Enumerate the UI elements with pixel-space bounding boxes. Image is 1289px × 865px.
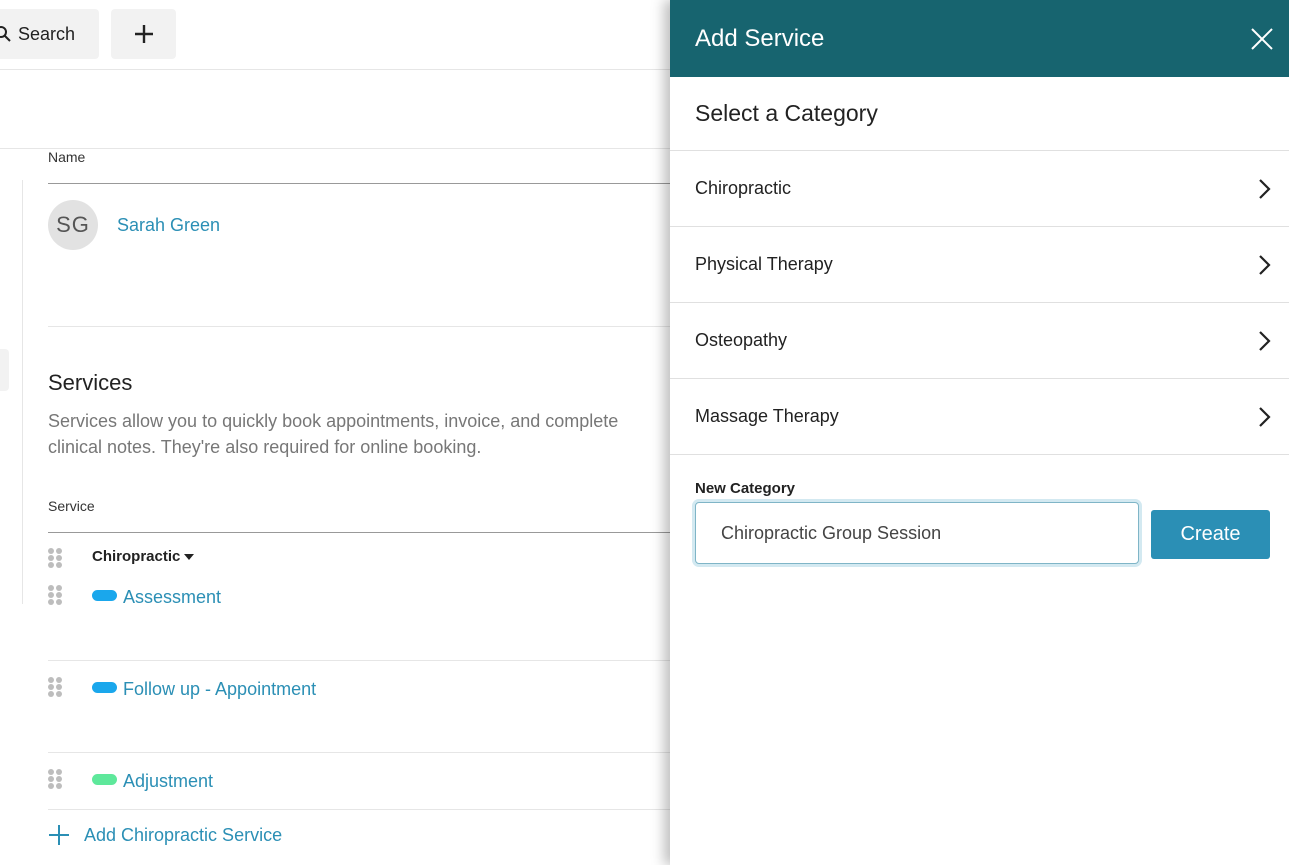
category-label: Chiropractic	[92, 548, 181, 565]
add-service-drawer: Add Service Select a Category Chiropract…	[670, 0, 1289, 865]
service-color-pill	[92, 774, 117, 785]
services-title: Services	[48, 370, 133, 395]
divider	[0, 148, 670, 149]
drag-handle-icon[interactable]	[48, 585, 62, 605]
drag-handle-icon[interactable]	[48, 677, 62, 697]
practitioner-name-link[interactable]: Sarah Green	[117, 215, 220, 236]
category-item-massage-therapy[interactable]: Massage Therapy	[670, 379, 1289, 455]
category-dropdown[interactable]: Chiropractic	[92, 548, 195, 565]
service-color-pill	[92, 682, 117, 693]
new-category-input[interactable]	[695, 502, 1139, 564]
chevron-right-icon	[1259, 254, 1271, 275]
divider	[48, 809, 670, 810]
side-tab[interactable]	[0, 349, 9, 391]
service-column-header: Service	[48, 498, 95, 514]
category-item-label: Chiropractic	[695, 178, 792, 198]
chevron-right-icon	[1259, 330, 1271, 351]
add-service-label: Add Chiropractic Service	[84, 824, 283, 845]
plus-icon	[134, 25, 153, 43]
services-description: Services allow you to quickly book appoi…	[48, 411, 619, 457]
section-divider	[22, 180, 23, 604]
close-button[interactable]	[1247, 24, 1277, 54]
service-link-adjustment[interactable]: Adjustment	[123, 771, 213, 792]
drawer-header: Add Service	[670, 0, 1289, 77]
new-category-label: New Category	[695, 480, 796, 497]
category-item-label: Massage Therapy	[695, 406, 839, 426]
name-column-header: Name	[48, 149, 86, 165]
header-underline	[48, 532, 670, 533]
search-icon	[0, 26, 11, 42]
select-category-title: Select a Category	[670, 77, 1289, 151]
category-item-label: Physical Therapy	[695, 254, 833, 274]
header-underline	[48, 183, 670, 184]
service-color-pill	[92, 590, 117, 601]
category-item-label: Osteopathy	[695, 330, 788, 350]
caret-down-icon	[184, 553, 195, 560]
search-button-label: Search	[18, 23, 76, 44]
divider	[48, 752, 670, 753]
drag-handle-icon[interactable]	[48, 548, 62, 568]
search-button[interactable]: Search	[0, 9, 99, 59]
chevron-right-icon	[1259, 178, 1271, 199]
service-link-assessment[interactable]: Assessment	[123, 587, 221, 608]
chevron-right-icon	[1259, 406, 1271, 427]
top-toolbar: Search	[0, 0, 670, 70]
drag-handle-icon[interactable]	[48, 769, 62, 789]
category-item-chiropractic[interactable]: Chiropractic	[670, 151, 1289, 227]
divider	[48, 326, 670, 327]
divider	[48, 660, 670, 661]
add-chiropractic-service-link[interactable]: Add Chiropractic Service	[48, 824, 282, 846]
service-link-follow-up[interactable]: Follow up - Appointment	[123, 679, 316, 700]
add-button[interactable]	[111, 9, 176, 59]
close-icon	[1251, 27, 1273, 50]
avatar: SG	[48, 200, 98, 250]
plus-icon	[49, 825, 69, 845]
category-item-physical-therapy[interactable]: Physical Therapy	[670, 227, 1289, 303]
category-item-osteopathy[interactable]: Osteopathy	[670, 303, 1289, 379]
drawer-title: Add Service	[695, 24, 825, 52]
create-button[interactable]: Create	[1151, 510, 1270, 559]
